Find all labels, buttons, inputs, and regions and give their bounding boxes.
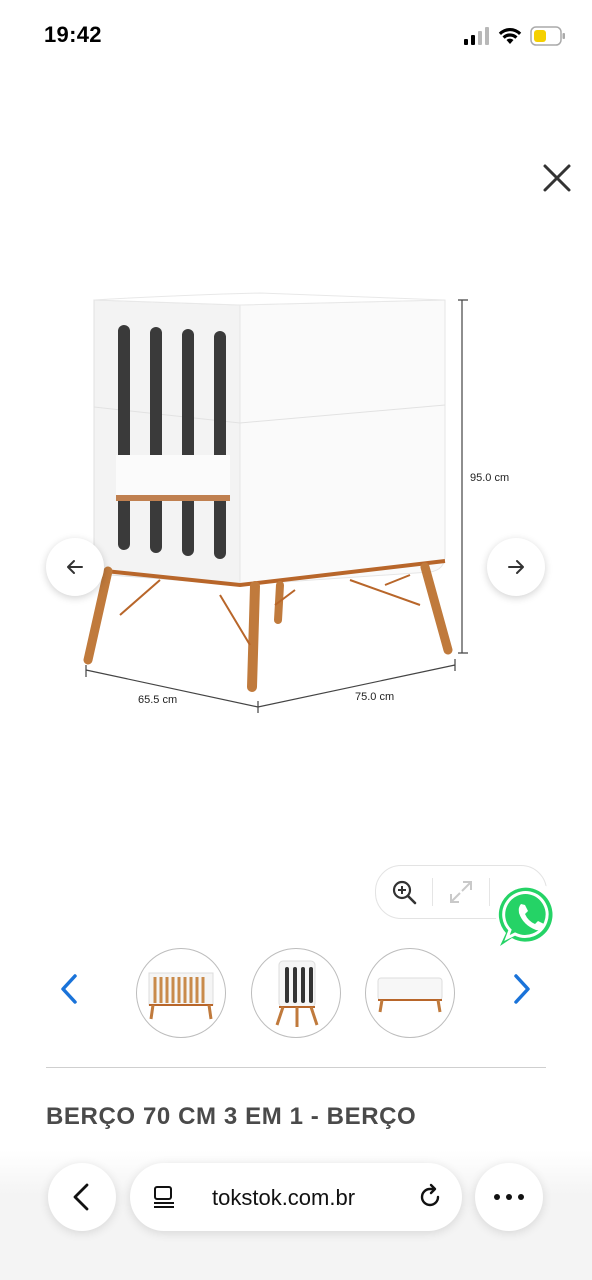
next-image-button[interactable]: [487, 538, 545, 596]
product-title: BERÇO 70 CM 3 EM 1 - BERÇO: [46, 1103, 417, 1130]
crib-thumbnail-image: [275, 960, 319, 1027]
thumbnail-2[interactable]: [251, 948, 341, 1038]
crib-thumbnail-image: [148, 972, 214, 1020]
wifi-icon: [498, 28, 522, 44]
reader-icon: [154, 1186, 174, 1208]
thumbnail-next-button[interactable]: [508, 970, 536, 1008]
close-icon: [543, 164, 571, 192]
width-label: 75.0 cm: [355, 691, 394, 703]
chevron-left-icon: [73, 1183, 89, 1211]
url-text: tokstok.com.br: [212, 1185, 356, 1210]
address-bar[interactable]: tokstok.com.br: [130, 1163, 462, 1231]
product-image: 95.0 cm 65.5 cm 75.0 cm: [80, 285, 520, 715]
zoom-in-button[interactable]: [376, 866, 432, 918]
close-button[interactable]: [537, 158, 577, 198]
height-label: 95.0 cm: [470, 472, 509, 484]
fullscreen-button[interactable]: [433, 866, 489, 918]
arrow-right-icon: [508, 560, 524, 574]
battery-icon: [530, 26, 565, 46]
whatsapp-icon: [496, 882, 564, 950]
bed-thumbnail-image: [377, 977, 443, 1013]
zoom-in-icon: [392, 880, 417, 905]
thumbnail-1[interactable]: [136, 948, 226, 1038]
divider: [46, 1067, 546, 1068]
arrow-left-icon: [67, 560, 83, 574]
thumbnail-3[interactable]: [365, 948, 455, 1038]
previous-image-button[interactable]: [46, 538, 104, 596]
whatsapp-button[interactable]: [492, 880, 568, 956]
browser-more-button[interactable]: [475, 1163, 543, 1231]
depth-label: 65.5 cm: [138, 694, 177, 706]
status-icons: [464, 25, 566, 47]
chevron-left-icon: [61, 974, 77, 1004]
toolbar-divider: [489, 878, 490, 906]
browser-back-button[interactable]: [48, 1163, 116, 1231]
reload-icon[interactable]: [414, 1181, 446, 1213]
more-icon: [494, 1194, 524, 1200]
signal-icon: [464, 27, 489, 45]
thumbnail-prev-button[interactable]: [55, 970, 83, 1008]
status-time: 19:42: [44, 22, 102, 47]
chevron-right-icon: [514, 974, 530, 1004]
status-bar: 19:42: [0, 0, 592, 70]
expand-icon: [450, 881, 472, 903]
